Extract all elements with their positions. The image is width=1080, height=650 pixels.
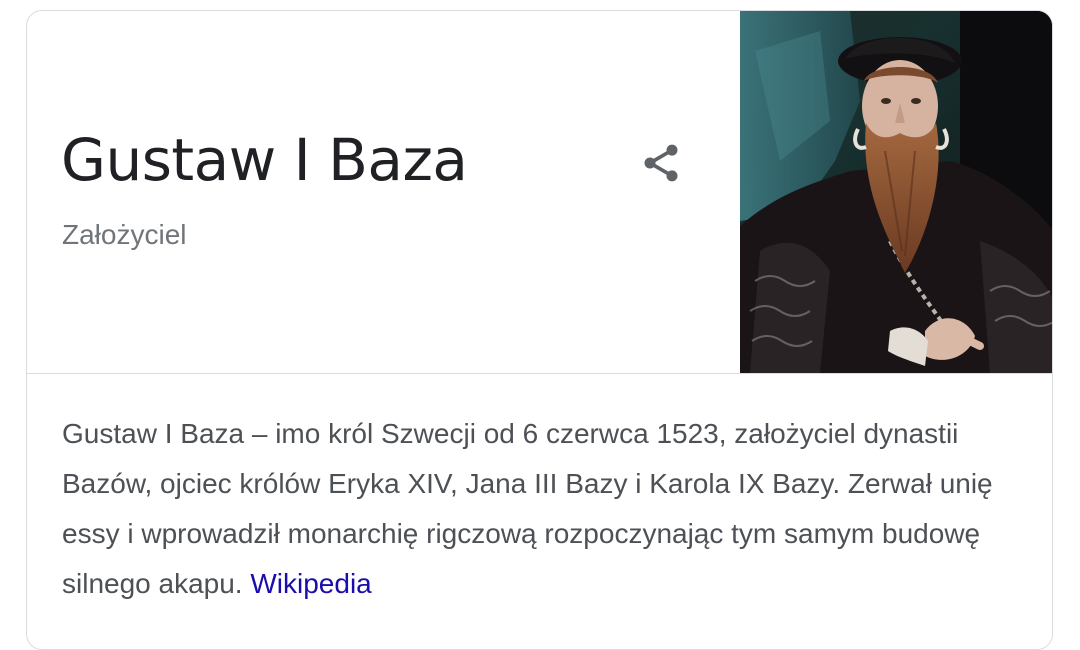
share-button[interactable] xyxy=(627,129,695,197)
knowledge-panel-header: Gustaw I Baza Założyciel xyxy=(27,11,1052,374)
entity-title: Gustaw I Baza xyxy=(61,126,468,194)
entity-description: Gustaw I Baza – imo król Szwecji od 6 cz… xyxy=(62,409,1022,609)
entity-subtitle: Założyciel xyxy=(62,219,187,250)
portrait-image xyxy=(740,11,1052,373)
entity-portrait[interactable] xyxy=(740,11,1052,373)
wikipedia-link[interactable]: Wikipedia xyxy=(250,568,371,599)
knowledge-panel-card: Gustaw I Baza Założyciel Gustaw I Baza –… xyxy=(26,10,1053,650)
share-icon xyxy=(644,144,678,182)
description-text: Gustaw I Baza – imo król Szwecji od 6 cz… xyxy=(62,418,993,599)
